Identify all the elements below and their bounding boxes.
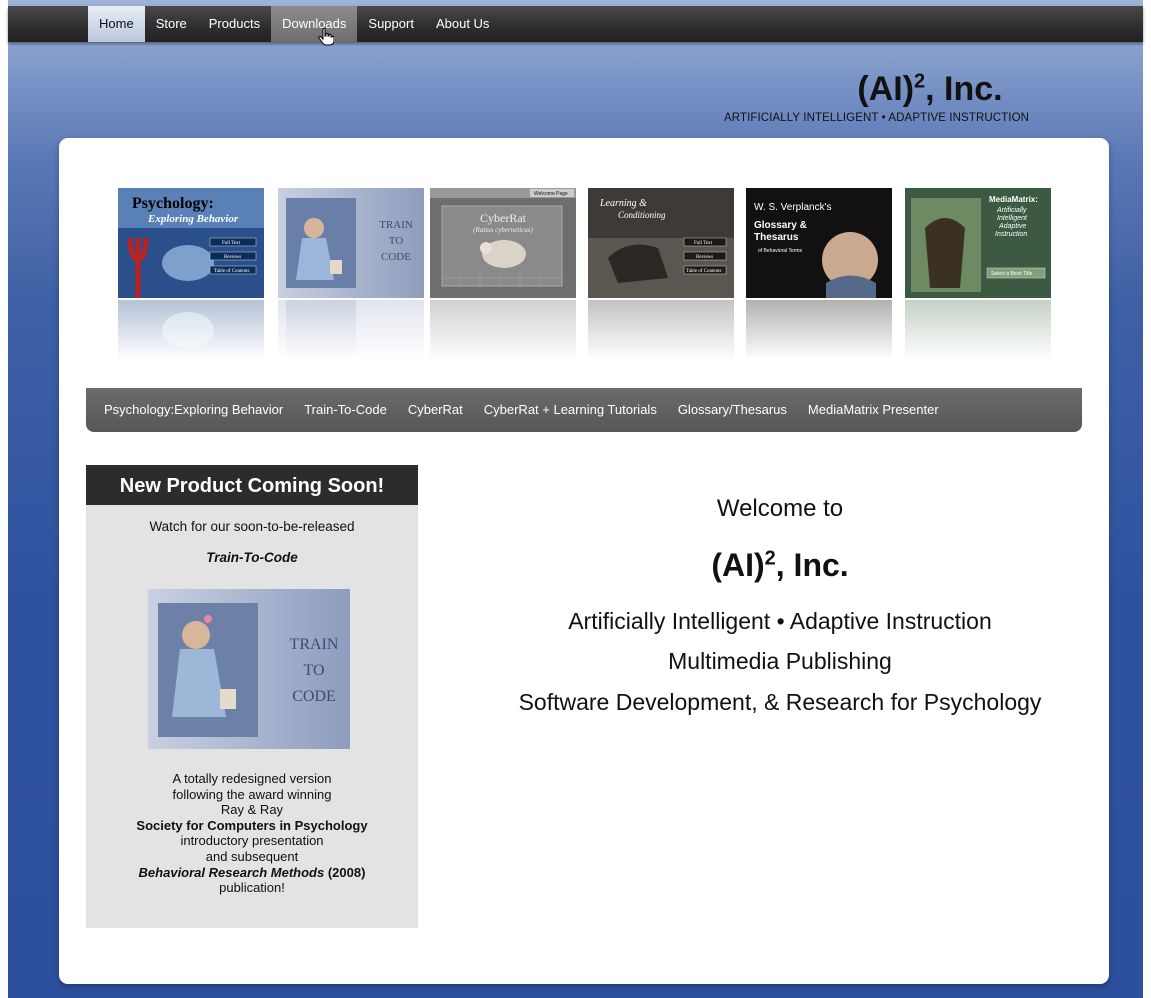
cyberrat-subtitle: (Rattus cyberneticus) bbox=[473, 226, 533, 234]
nav-about-us[interactable]: About Us bbox=[425, 6, 500, 42]
top-nav: Home Store Products Downloads Support Ab… bbox=[8, 6, 1143, 42]
promo-desc-3: Ray & Ray bbox=[220, 802, 284, 818]
learning-cover: Learning & Conditioning Full Text Review… bbox=[588, 188, 734, 298]
glossary-reflection bbox=[746, 300, 892, 360]
psychology-cover-title: Psychology: bbox=[132, 195, 214, 212]
welcome-title-rest: , Inc. bbox=[775, 547, 849, 583]
cyberrat-title: CyberRat bbox=[480, 211, 527, 225]
promo-desc-7b: (2008) bbox=[324, 864, 366, 880]
welcome-software: Software Development, & Research for Psy… bbox=[518, 689, 1042, 715]
promo-desc-1: A totally redesigned version bbox=[172, 771, 332, 786]
nav-home[interactable]: Home bbox=[88, 6, 145, 42]
glossary-cover: W. S. Verplanck's Glossary & Thesarus of… bbox=[746, 188, 892, 298]
mm-line4: Adaptive bbox=[998, 223, 1026, 230]
train-to-code-reflection bbox=[278, 300, 424, 360]
carousel-card-psychology[interactable]: Psychology: Exploring Behavior Full Text… bbox=[118, 188, 264, 360]
carousel-card-mediamatrix[interactable]: MediaMatrix: Artificially Intelligent Ad… bbox=[905, 188, 1051, 360]
promo-watch-text: Watch for our soon-to-be-released bbox=[149, 519, 355, 534]
mm-line2: Artificially bbox=[996, 207, 1027, 214]
psychology-cover-reflection bbox=[118, 300, 264, 360]
glossary-line4: of Behavioral Terms bbox=[758, 248, 803, 254]
promo-img-line2: TO bbox=[303, 662, 324, 679]
mm-title: MediaMatrix: bbox=[989, 195, 1038, 204]
product-carousel[interactable]: Psychology: Exploring Behavior Full Text… bbox=[110, 184, 1070, 384]
ttc-line1: TRAIN bbox=[379, 219, 413, 231]
promo-box: New Product Coming Soon! Watch for our s… bbox=[86, 465, 418, 928]
cyberrat-cover: Welcome Page CyberRat (Rattus cybernetic… bbox=[430, 188, 576, 298]
ttc-line2: TO bbox=[389, 235, 404, 247]
learning-reflection bbox=[588, 300, 734, 360]
product-bar: Psychology:Exploring Behavior Train-To-C… bbox=[86, 388, 1082, 432]
promo-desc-7: Behavioral Research Methods bbox=[138, 864, 325, 880]
product-link-train-to-code[interactable]: Train-To-Code bbox=[294, 388, 398, 432]
mm-line3: Intelligent bbox=[997, 215, 1028, 222]
train-to-code-image[interactable]: TRAIN TO CODE bbox=[148, 589, 350, 749]
cyberrat-tab: Welcome Page bbox=[534, 191, 568, 197]
glossary-line2: Glossary & bbox=[754, 220, 807, 231]
brand-title-main: (AI) bbox=[857, 70, 915, 108]
nav-store[interactable]: Store bbox=[145, 6, 198, 42]
glossary-title: W. S. Verplanck's bbox=[754, 202, 832, 213]
promo-img-line3: CODE bbox=[292, 688, 336, 705]
welcome-multimedia: Multimedia Publishing bbox=[668, 648, 892, 674]
psychology-cover-subtitle: Exploring Behavior bbox=[147, 213, 239, 225]
promo-img-line1: TRAIN bbox=[290, 636, 339, 653]
nav-products[interactable]: Products bbox=[198, 6, 271, 42]
learning-toc: Table of Contents bbox=[686, 269, 722, 274]
nav-downloads[interactable]: Downloads bbox=[271, 6, 358, 42]
psychology-cover: Psychology: Exploring Behavior Full Text… bbox=[118, 188, 264, 298]
promo-description: A totally redesigned version following t… bbox=[86, 771, 418, 896]
ttc-line3: CODE bbox=[381, 251, 411, 263]
promo-desc-4: Society for Computers in Psychology bbox=[136, 817, 368, 833]
brand-title-rest: , Inc. bbox=[925, 70, 1003, 108]
brand-tagline: ARTIFICIALLY INTELLIGENT • ADAPTIVE INST… bbox=[724, 112, 1030, 124]
learning-reviews: Reviews bbox=[696, 255, 713, 260]
welcome-tagline: Artificially Intelligent • Adaptive Inst… bbox=[568, 608, 992, 634]
welcome-title: (AI)2, Inc. bbox=[470, 547, 1090, 584]
carousel-card-cyberrat[interactable]: Welcome Page CyberRat (Rattus cybernetic… bbox=[430, 188, 576, 360]
welcome-line: Welcome to bbox=[716, 495, 844, 522]
learning-full-text: Full Text bbox=[694, 241, 713, 246]
brand-title-sup: 2 bbox=[914, 70, 926, 93]
welcome-title-sup: 2 bbox=[764, 547, 776, 570]
page-left-margin bbox=[0, 0, 8, 998]
glossary-line3: Thesarus bbox=[754, 232, 799, 243]
product-link-cyberrat[interactable]: CyberRat bbox=[397, 388, 473, 432]
welcome-section: Welcome to (AI)2, Inc. Artificially Inte… bbox=[470, 495, 1090, 717]
page-right-margin bbox=[1143, 0, 1151, 998]
promo-desc-7-wrap: Behavioral Research Methods (2008) bbox=[86, 865, 418, 881]
cyberrat-reflection bbox=[430, 300, 576, 360]
learning-subtitle: Conditioning bbox=[618, 210, 666, 220]
promo-desc-8: publication! bbox=[219, 880, 285, 896]
product-link-mediamatrix[interactable]: MediaMatrix Presenter bbox=[797, 388, 949, 432]
psychology-toc: Table of Contents bbox=[214, 269, 250, 274]
promo-heading: New Product Coming Soon! bbox=[86, 465, 418, 505]
mediamatrix-cover: MediaMatrix: Artificially Intelligent Ad… bbox=[905, 188, 1051, 298]
mm-line5: Instruction bbox=[995, 231, 1027, 238]
learning-title: Learning & bbox=[599, 198, 647, 209]
welcome-title-main: (AI) bbox=[711, 547, 765, 583]
mm-select-button: Select a Book Title bbox=[991, 271, 1033, 277]
mediamatrix-reflection bbox=[905, 300, 1051, 360]
train-to-code-cover: TRAIN TO CODE bbox=[278, 188, 424, 298]
carousel-card-glossary[interactable]: W. S. Verplanck's Glossary & Thesarus of… bbox=[746, 188, 892, 360]
brand-title: (AI)2, Inc. bbox=[820, 70, 1040, 109]
product-link-cyberrat-learning[interactable]: CyberRat + Learning Tutorials bbox=[473, 388, 667, 432]
promo-desc-5: introductory presentation bbox=[180, 833, 324, 849]
product-link-psychology[interactable]: Psychology:Exploring Behavior bbox=[102, 388, 294, 432]
promo-desc-2: following the award winning bbox=[172, 786, 332, 802]
hand-cursor-icon bbox=[318, 28, 334, 46]
nav-support[interactable]: Support bbox=[357, 6, 425, 42]
promo-product-name: Train-To-Code bbox=[206, 550, 298, 565]
psychology-reviews: Reviews bbox=[224, 255, 241, 260]
psychology-full-text: Full Text bbox=[222, 241, 241, 246]
promo-desc-6: and subsequent bbox=[205, 848, 299, 864]
carousel-card-train-to-code[interactable]: TRAIN TO CODE bbox=[278, 188, 424, 360]
carousel-card-learning[interactable]: Learning & Conditioning Full Text Review… bbox=[588, 188, 734, 360]
product-link-glossary[interactable]: Glossary/Thesarus bbox=[667, 388, 797, 432]
